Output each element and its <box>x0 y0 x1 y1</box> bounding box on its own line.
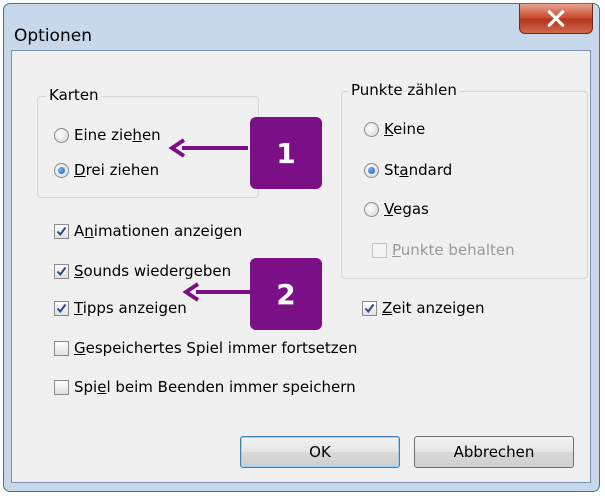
radio-draw-one-label: Eine ziehen <box>74 126 161 144</box>
radio-score-none[interactable]: Keine <box>364 120 425 138</box>
callout-badge-1: 1 <box>250 117 322 189</box>
checkbox-save-on-exit-box[interactable] <box>54 379 69 395</box>
checkbox-show-animations[interactable]: Animationen anzeigen <box>54 222 242 240</box>
checkbox-save-on-exit[interactable]: Spiel beim Beenden immer speichern <box>54 378 356 396</box>
radio-score-standard-circle[interactable] <box>364 162 379 178</box>
radio-score-standard-label: Standard <box>384 161 453 179</box>
checkbox-show-animations-label: Animationen anzeigen <box>74 222 243 240</box>
callout-badge-2: 2 <box>250 258 322 330</box>
window-title: Optionen <box>14 26 92 46</box>
scoring-group-label: Punkte zählen <box>348 81 460 99</box>
checkbox-play-sounds[interactable]: Sounds wiedergeben <box>54 262 231 280</box>
radio-draw-three[interactable]: Drei ziehen <box>54 161 159 179</box>
checkbox-keep-points-box <box>372 242 387 258</box>
checkbox-show-tips-box[interactable] <box>54 300 69 316</box>
radio-draw-one-circle[interactable] <box>54 127 69 143</box>
checkbox-play-sounds-box[interactable] <box>54 263 69 279</box>
close-button[interactable] <box>519 4 593 34</box>
checkbox-show-time-label: Zeit anzeigen <box>382 299 485 317</box>
checkbox-show-time[interactable]: Zeit anzeigen <box>362 299 485 317</box>
close-icon <box>547 10 565 27</box>
checkbox-play-sounds-label: Sounds wiedergeben <box>74 262 232 280</box>
checkbox-keep-points: Punkte behalten <box>372 241 515 259</box>
radio-draw-one[interactable]: Eine ziehen <box>54 126 161 144</box>
checkbox-save-on-exit-label: Spiel beim Beenden immer speichern <box>74 378 356 396</box>
radio-score-vegas[interactable]: Vegas <box>364 200 429 218</box>
radio-score-vegas-label: Vegas <box>384 200 429 218</box>
radio-score-none-label: Keine <box>384 120 426 138</box>
checkbox-show-time-box[interactable] <box>362 300 377 316</box>
checkbox-continue-saved-game-label: Gespeichertes Spiel immer fortsetzen <box>74 339 358 357</box>
checkbox-show-tips[interactable]: Tipps anzeigen <box>54 299 187 317</box>
checkmark-icon <box>56 303 67 313</box>
checkbox-show-animations-box[interactable] <box>54 223 69 239</box>
cancel-button[interactable]: Abbrechen <box>414 436 574 468</box>
cards-group-label: Karten <box>46 86 102 104</box>
callout-2-arrow-icon <box>182 282 250 302</box>
ok-button[interactable]: OK <box>240 436 400 468</box>
checkbox-show-tips-label: Tipps anzeigen <box>74 299 187 317</box>
radio-score-standard[interactable]: Standard <box>364 161 452 179</box>
callout-1-arrow-icon <box>168 138 248 158</box>
checkmark-icon <box>364 303 375 313</box>
checkbox-continue-saved-game-box[interactable] <box>54 340 69 356</box>
checkmark-icon <box>56 266 67 276</box>
radio-draw-three-label: Drei ziehen <box>74 161 160 179</box>
radio-score-vegas-circle[interactable] <box>364 201 379 217</box>
checkbox-keep-points-label: Punkte behalten <box>392 241 515 259</box>
options-dialog-window: Optionen Karten Eine ziehen Drei ziehen … <box>3 3 600 492</box>
radio-draw-three-circle[interactable] <box>54 162 69 178</box>
title-bar[interactable]: Optionen <box>4 4 599 46</box>
checkbox-continue-saved-game[interactable]: Gespeichertes Spiel immer fortsetzen <box>54 339 357 357</box>
checkmark-icon <box>56 226 67 236</box>
radio-score-none-circle[interactable] <box>364 121 379 137</box>
